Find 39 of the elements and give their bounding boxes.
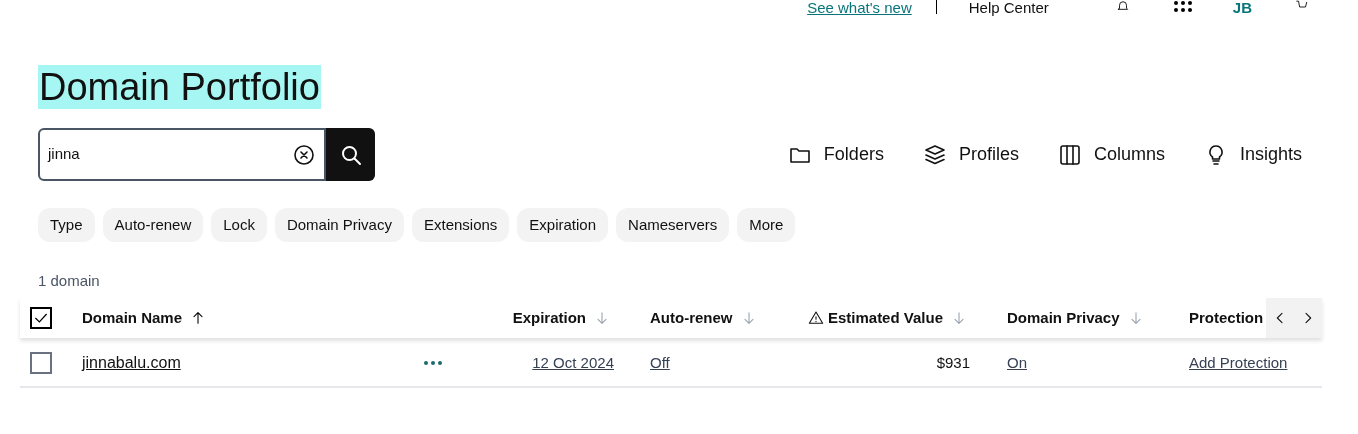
column-header[interactable]: Domain Privacy xyxy=(1007,306,1120,330)
filter-chip[interactable]: Nameservers xyxy=(616,208,730,242)
filter-chip[interactable]: More xyxy=(737,208,796,242)
auto-renew-status[interactable]: Off xyxy=(618,351,670,375)
search-button[interactable] xyxy=(326,128,375,181)
privacy-status[interactable]: On xyxy=(1007,351,1027,375)
toolbar-button[interactable]: Columns xyxy=(1057,141,1165,168)
toolbar-button[interactable]: Folders xyxy=(787,141,884,168)
toolbar-button[interactable]: Insights xyxy=(1203,141,1302,168)
column-header[interactable]: Auto-renew xyxy=(650,306,733,330)
user-avatar[interactable]: JB xyxy=(1232,0,1252,15)
domain-link[interactable]: jinnabalu.com xyxy=(82,351,181,375)
whats-new-link[interactable]: See what's new xyxy=(807,0,912,15)
clear-icon[interactable] xyxy=(292,142,316,167)
checkbox[interactable] xyxy=(30,307,52,329)
column-header[interactable]: Estimated Value xyxy=(827,306,943,330)
filter-chip[interactable]: Domain Privacy xyxy=(274,208,404,242)
filter-chip[interactable]: Lock xyxy=(211,208,267,242)
layers-icon xyxy=(922,142,947,167)
filter-chip[interactable]: Type xyxy=(38,208,95,242)
column-header[interactable]: Domain Name xyxy=(82,306,183,330)
column-header[interactable]: Protection xyxy=(1189,306,1264,330)
add-protection-link[interactable]: Add Protection xyxy=(1189,351,1288,375)
filter-chip[interactable]: Expiration xyxy=(517,208,609,242)
result-count: 1 domain xyxy=(37,271,101,291)
page-title: Domain Portfolio xyxy=(38,65,321,109)
search-field[interactable]: jinna xyxy=(38,128,326,181)
toolbar-button[interactable]: Profiles xyxy=(922,141,1019,168)
estimated-value: $931 xyxy=(936,352,971,373)
columns-icon xyxy=(1057,142,1082,167)
apps-grid-icon[interactable] xyxy=(1172,0,1193,14)
filter-chip[interactable]: Auto-renew xyxy=(102,208,204,242)
warning-icon xyxy=(807,310,824,326)
checkbox[interactable] xyxy=(30,352,52,374)
more-options-icon[interactable] xyxy=(424,361,442,365)
column-header[interactable]: Expiration xyxy=(512,306,586,330)
expiration-date[interactable]: 12 Oct 2024 xyxy=(532,351,618,375)
filter-chip[interactable]: Extensions xyxy=(411,208,510,242)
help-center-link[interactable]: Help Center xyxy=(968,0,1049,15)
